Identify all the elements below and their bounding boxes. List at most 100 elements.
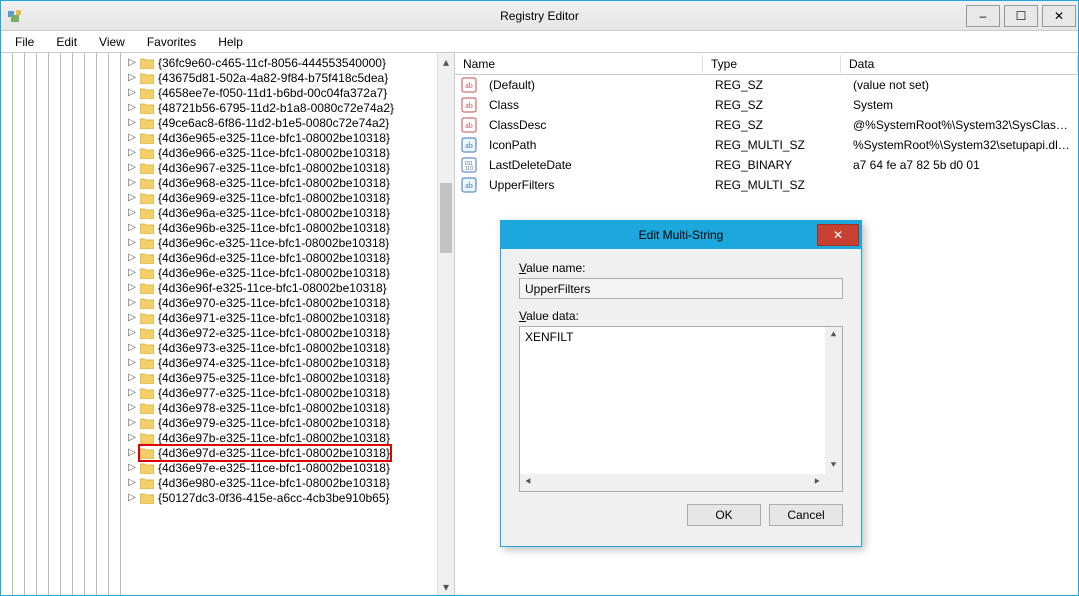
tree-item[interactable]: ▷{4d36e965-e325-11ce-bfc1-08002be10318} [1,130,454,145]
menu-help[interactable]: Help [208,33,253,51]
tree-item[interactable]: ▷{4658ee7e-f050-11d1-b6bd-00c04fa372a7} [1,85,454,100]
tree-item[interactable]: ▷{4d36e966-e325-11ce-bfc1-08002be10318} [1,145,454,160]
values-header: Name Type Data [455,53,1078,75]
tree-item[interactable]: ▷{50127dc3-0f36-415e-a6cc-4cb3be910b65} [1,490,454,505]
ok-button[interactable]: OK [687,504,761,526]
menu-edit[interactable]: Edit [46,33,87,51]
tree-item[interactable]: ▷{4d36e977-e325-11ce-bfc1-08002be10318} [1,385,454,400]
col-header-type[interactable]: Type [703,55,841,73]
tree-expander-icon[interactable]: ▷ [126,327,138,338]
scroll-up-icon[interactable]: ▴ [438,53,454,70]
tree-item[interactable]: ▷{4d36e980-e325-11ce-bfc1-08002be10318} [1,475,454,490]
ta-scroll-right-icon[interactable]: ⯈ [808,474,825,491]
tree-item[interactable]: ▷{4d36e96f-e325-11ce-bfc1-08002be10318} [1,280,454,295]
tree-expander-icon[interactable]: ▷ [126,282,138,293]
edit-multistring-dialog: Edit Multi-String ✕ Value name: Value da… [500,220,862,547]
tree-item[interactable]: ▷ {4d36e96b-e325-11ce-bfc1-08002be10318} [1,220,454,235]
tree-expander-icon[interactable]: ▷ [126,477,138,488]
tree-item[interactable]: ▷{4d36e974-e325-11ce-bfc1-08002be10318} [1,355,454,370]
tree-expander-icon[interactable]: ▷ [126,432,138,443]
tree-expander-icon[interactable]: ▷ [126,102,138,113]
tree-expander-icon[interactable]: ▷ [126,57,138,68]
tree-expander-icon[interactable]: ▷ [126,147,138,158]
tree-expander-icon[interactable]: ▷ [126,267,138,278]
tree-expander-icon[interactable]: ▷ [126,222,138,233]
value-row[interactable]: abClassDescREG_SZ@%SystemRoot%\System32\… [455,115,1078,135]
tree-item[interactable]: ▷{4d36e972-e325-11ce-bfc1-08002be10318} [1,325,454,340]
tree-expander-icon[interactable]: ▷ [126,177,138,188]
tree-item-label: {4d36e96b-e325-11ce-bfc1-08002be10318} [158,221,390,235]
menu-view[interactable]: View [89,33,135,51]
value-row[interactable]: abUpperFiltersREG_MULTI_SZ [455,175,1078,195]
tree-item[interactable]: ▷{36fc9e60-c465-11cf-8056-444553540000} [1,55,454,70]
tree-item[interactable]: ▷{4d36e971-e325-11ce-bfc1-08002be10318} [1,310,454,325]
tree-item[interactable]: ▷ {4d36e96e-e325-11ce-bfc1-08002be10318} [1,265,454,280]
scroll-thumb[interactable] [440,183,452,253]
tree-expander-icon[interactable]: ▷ [126,492,138,503]
scroll-down-icon[interactable]: ▾ [438,578,454,595]
value-row[interactable]: abIconPathREG_MULTI_SZ%SystemRoot%\Syste… [455,135,1078,155]
tree-item[interactable]: ▷{4d36e96d-e325-11ce-bfc1-08002be10318} [1,250,454,265]
tree-pane[interactable]: ▷{36fc9e60-c465-11cf-8056-444553540000}▷… [1,53,455,595]
tree-expander-icon[interactable]: ▷ [126,387,138,398]
tree-expander-icon[interactable]: ▷ [126,252,138,263]
tree-item-label: {4d36e975-e325-11ce-bfc1-08002be10318} [158,371,390,385]
tree-item[interactable]: ▷{4d36e968-e325-11ce-bfc1-08002be10318} [1,175,454,190]
tree-expander-icon[interactable]: ▷ [126,192,138,203]
tree-item[interactable]: ▷ {4d36e975-e325-11ce-bfc1-08002be10318} [1,370,454,385]
tree-item-label: {4d36e96e-e325-11ce-bfc1-08002be10318} [158,266,390,280]
value-type-cell: REG_MULTI_SZ [707,138,845,152]
tree-expander-icon[interactable]: ▷ [126,297,138,308]
tree-expander-icon[interactable]: ▷ [126,447,138,458]
folder-icon [140,462,154,474]
tree-expander-icon[interactable]: ▷ [126,372,138,383]
tree-item[interactable]: ▷{4d36e969-e325-11ce-bfc1-08002be10318} [1,190,454,205]
tree-scrollbar[interactable]: ▴ ▾ [437,53,454,595]
tree-expander-icon[interactable]: ▷ [126,237,138,248]
value-row[interactable]: ab(Default)REG_SZ(value not set) [455,75,1078,95]
tree-expander-icon[interactable]: ▷ [126,357,138,368]
tree-expander-icon[interactable]: ▷ [126,312,138,323]
tree-item[interactable]: ▷{43675d81-502a-4a82-9f84-b75f418c5dea} [1,70,454,85]
tree-item[interactable]: ▷{4d36e97d-e325-11ce-bfc1-08002be10318} [1,445,454,460]
dialog-titlebar[interactable]: Edit Multi-String ✕ [501,221,861,249]
tree-expander-icon[interactable]: ▷ [126,207,138,218]
tree-item[interactable]: ▷{4d36e979-e325-11ce-bfc1-08002be10318} [1,415,454,430]
value-data-textarea[interactable] [520,327,825,474]
menu-file[interactable]: File [5,33,44,51]
value-type-cell: REG_MULTI_SZ [707,178,845,192]
cancel-button[interactable]: Cancel [769,504,843,526]
tree-expander-icon[interactable]: ▷ [126,342,138,353]
tree-item[interactable]: ▷{4d36e973-e325-11ce-bfc1-08002be10318} [1,340,454,355]
tree-expander-icon[interactable]: ▷ [126,72,138,83]
ta-scroll-down-icon[interactable]: ⯆ [825,457,842,474]
tree-expander-icon[interactable]: ▷ [126,132,138,143]
tree-expander-icon[interactable]: ▷ [126,462,138,473]
tree-expander-icon[interactable]: ▷ [126,117,138,128]
value-data-cell: System [845,98,1078,112]
value-data-label: Value data: [519,309,843,323]
tree-item[interactable]: ▷{4d36e978-e325-11ce-bfc1-08002be10318} [1,400,454,415]
tree-item-label: {4d36e97e-e325-11ce-bfc1-08002be10318} [158,461,390,475]
tree-expander-icon[interactable]: ▷ [126,162,138,173]
tree-item[interactable]: ▷{4d36e96c-e325-11ce-bfc1-08002be10318} [1,235,454,250]
value-name-cell: LastDeleteDate [481,158,707,172]
tree-item[interactable]: ▷ {4d36e97e-e325-11ce-bfc1-08002be10318} [1,460,454,475]
value-row[interactable]: abClassREG_SZSystem [455,95,1078,115]
col-header-data[interactable]: Data [841,55,1078,73]
tree-item[interactable]: ▷{4d36e96a-e325-11ce-bfc1-08002be10318} [1,205,454,220]
value-row[interactable]: 011110LastDeleteDateREG_BINARYa7 64 fe a… [455,155,1078,175]
ta-scroll-left-icon[interactable]: ⯇ [520,474,537,491]
textarea-hscrollbar[interactable]: ⯇ ⯈ [520,474,842,491]
tree-item[interactable]: ▷{49ce6ac8-6f86-11d2-b1e5-0080c72e74a2} [1,115,454,130]
ta-scroll-up-icon[interactable]: ⯅ [825,327,842,344]
tree-expander-icon[interactable]: ▷ [126,402,138,413]
tree-item[interactable]: ▷{4d36e967-e325-11ce-bfc1-08002be10318} [1,160,454,175]
tree-item[interactable]: ▷{48721b56-6795-11d2-b1a8-0080c72e74a2} [1,100,454,115]
tree-expander-icon[interactable]: ▷ [126,87,138,98]
tree-expander-icon[interactable]: ▷ [126,417,138,428]
col-header-name[interactable]: Name [455,55,703,73]
textarea-vscrollbar[interactable]: ⯅ ⯆ [825,327,842,474]
menu-favorites[interactable]: Favorites [137,33,206,51]
tree-item[interactable]: ▷{4d36e970-e325-11ce-bfc1-08002be10318} [1,295,454,310]
